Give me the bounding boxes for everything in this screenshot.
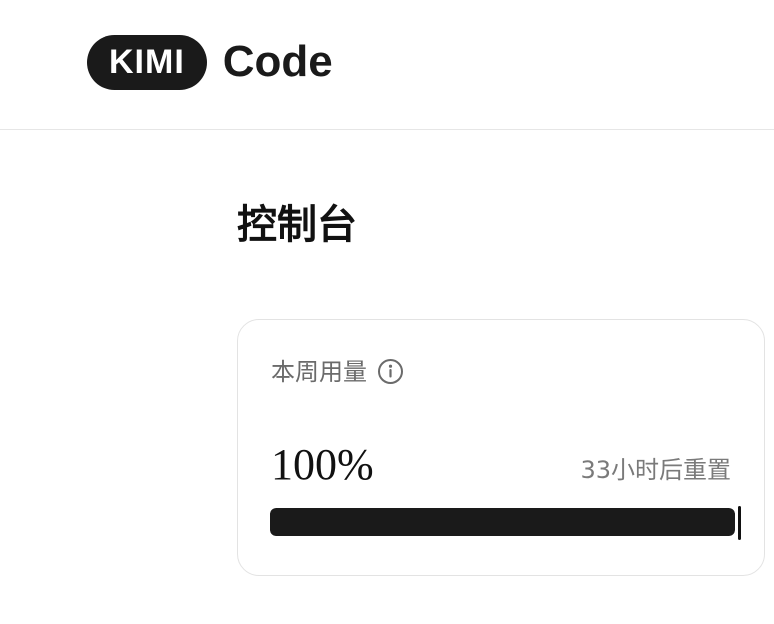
reset-countdown: 33小时后重置 (580, 456, 731, 484)
usage-percent: 100% (271, 440, 374, 489)
page-title: 控制台 (237, 202, 357, 248)
usage-progress-fill (270, 508, 735, 536)
usage-progress-bar (270, 508, 735, 536)
usage-progress-marker (738, 506, 741, 540)
weekly-usage-card: 本周用量 100% 33小时后重置 (237, 319, 765, 576)
info-circle-icon[interactable] (377, 358, 404, 385)
kimi-code-logo[interactable]: KIMI Code (87, 35, 333, 90)
top-header: KIMI Code (0, 0, 774, 130)
usage-card-title: 本周用量 (271, 357, 367, 386)
code-logo-text: Code (222, 36, 333, 86)
usage-card-header: 本周用量 (271, 358, 404, 385)
kimi-logo-pill: KIMI (87, 35, 207, 90)
